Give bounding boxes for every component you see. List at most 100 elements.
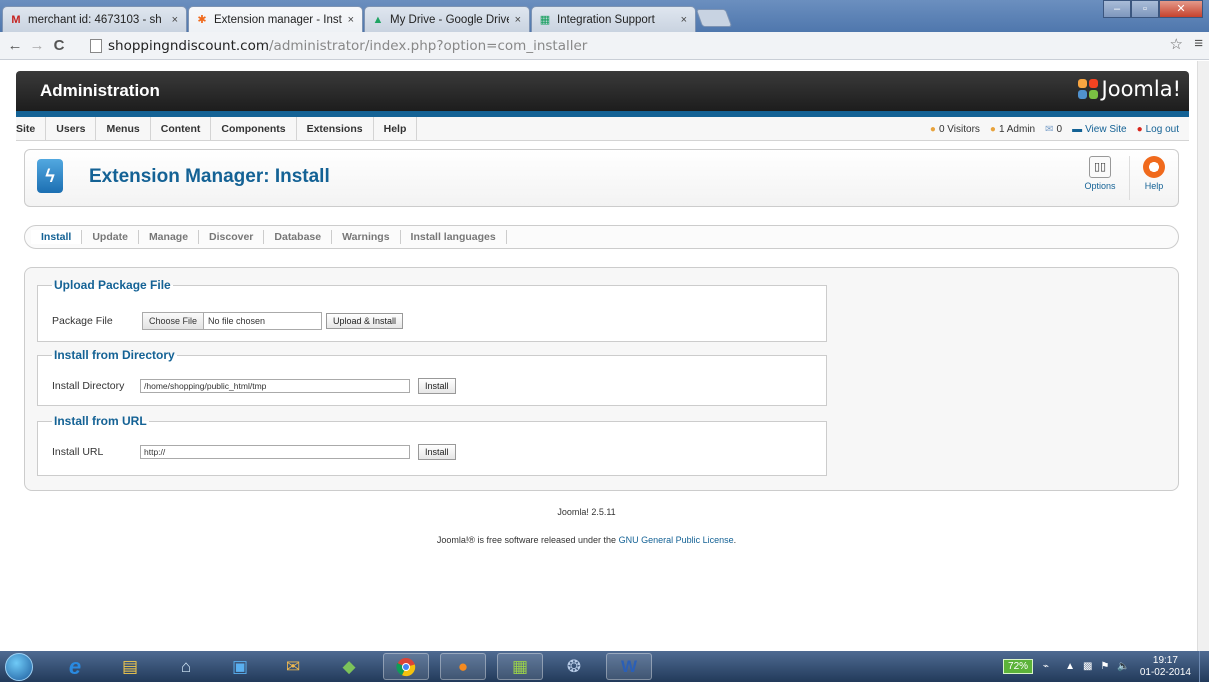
vertical-scrollbar[interactable] (1197, 61, 1209, 651)
license-suffix: . (733, 535, 737, 545)
chrome-icon[interactable] (383, 653, 429, 680)
bookmark-star-icon[interactable]: ☆ (1170, 35, 1183, 53)
tab-gmail[interactable]: M merchant id: 4673103 - sh × (2, 6, 187, 32)
gpl-link[interactable]: GNU General Public License (619, 535, 734, 545)
outlook-icon[interactable]: ✉ (270, 653, 316, 680)
install-panel: Upload Package File Package File Choose … (24, 267, 1179, 491)
license-footer: Joomla!® is free software released under… (0, 535, 1173, 545)
logout-link[interactable]: Log out (1146, 124, 1179, 135)
tab-install[interactable]: Install (31, 230, 83, 244)
tab-title: Integration Support (557, 13, 655, 26)
remote-desktop-icon[interactable]: ⌂ (163, 653, 209, 680)
url-path: /administrator/index.php?option=com_inst… (269, 38, 588, 54)
tab-database[interactable]: Database (264, 230, 333, 244)
install-directory-fieldset: Install from Directory Install Directory… (37, 348, 827, 406)
windows-taskbar: e ▤ ⌂ ▣ ✉ ◆ ● ▦ ❂ W 72% ⌁ ▲ ▩ ⚑ 🔈 19:17 … (0, 651, 1209, 682)
admins-count: 1 Admin (998, 123, 1036, 135)
no-file-text: No file chosen (208, 316, 266, 326)
menu-item-extensions[interactable]: Extensions (297, 117, 374, 141)
clock-date: 01-02-2014 (1139, 666, 1191, 678)
extension-manager-icon: ϟ (37, 159, 63, 193)
menu-item-help[interactable]: Help (374, 117, 418, 141)
install-url-input[interactable]: http:// (140, 445, 410, 459)
close-icon[interactable]: × (172, 14, 178, 26)
close-icon[interactable]: × (515, 14, 521, 26)
visitors-icon: ● (929, 123, 936, 135)
tab-title: merchant id: 4673103 - sh (28, 13, 162, 26)
install-directory-legend: Install from Directory (54, 348, 175, 362)
help-lifebuoy-icon (1143, 156, 1165, 178)
system-tray: 72% ⌁ ▲ ▩ ⚑ 🔈 19:17 01-02-2014 (1003, 651, 1209, 682)
dolphin-app-icon[interactable]: ❂ (551, 653, 597, 680)
back-icon[interactable]: ← (4, 37, 26, 54)
show-desktop-button[interactable] (1199, 651, 1209, 682)
media-player-icon[interactable]: ▣ (217, 653, 263, 680)
menu-item-content[interactable]: Content (151, 117, 212, 141)
folder-icon[interactable]: ◆ (326, 653, 372, 680)
maximize-button[interactable]: ▫ (1131, 0, 1159, 18)
tab-integration-support[interactable]: ▦ Integration Support × (531, 6, 696, 32)
choose-file-button[interactable]: Choose File (143, 313, 205, 329)
tab-install-languages[interactable]: Install languages (401, 230, 507, 244)
menu-item-users[interactable]: Users (46, 117, 97, 141)
volume-icon[interactable]: 🔈 (1117, 661, 1129, 672)
license-text: Joomla!® is free software released under… (436, 535, 619, 545)
page-title: Extension Manager: Install (89, 166, 330, 187)
view-site-link[interactable]: View Site (1085, 124, 1127, 135)
package-file-input[interactable]: Choose File No file chosen (142, 312, 322, 330)
install-url-button[interactable]: Install (418, 444, 456, 460)
help-button[interactable]: Help (1134, 156, 1174, 191)
sheets-icon: ▦ (539, 14, 551, 26)
file-explorer-icon[interactable]: ▤ (107, 653, 153, 680)
install-directory-button[interactable]: Install (418, 378, 456, 394)
tab-manage[interactable]: Manage (139, 230, 200, 244)
tab-google-drive[interactable]: ▲ My Drive - Google Drive × (364, 6, 530, 32)
messages-count: 0 (1056, 123, 1063, 135)
forward-icon[interactable]: → (26, 37, 48, 54)
upload-package-legend: Upload Package File (54, 278, 171, 292)
internet-explorer-icon[interactable]: e (52, 653, 98, 680)
admin-header: Administration Joomla! (16, 71, 1189, 111)
tab-extension-manager[interactable]: ✱ Extension manager - Insta × (188, 6, 363, 32)
tab-discover[interactable]: Discover (199, 230, 265, 244)
install-directory-input[interactable]: /home/shopping/public_html/tmp (140, 379, 410, 393)
page-icon (90, 39, 102, 53)
window-close-button[interactable]: ✕ (1159, 0, 1203, 18)
messages-icon: ✉ (1045, 123, 1054, 135)
menu-item-site[interactable]: Site (16, 117, 47, 141)
new-tab-button[interactable] (695, 9, 733, 27)
start-button[interactable] (5, 653, 33, 681)
firefox-icon[interactable]: ● (440, 653, 486, 680)
view-site-icon: ▬ (1072, 123, 1083, 135)
address-bar[interactable]: shoppingndiscount.com/administrator/inde… (90, 35, 1145, 57)
chrome-menu-icon[interactable]: ≡ (1194, 35, 1203, 52)
joomla-logo[interactable]: Joomla! (1077, 77, 1181, 101)
admin-icon: ● (989, 123, 996, 135)
clock-time: 19:17 (1152, 654, 1178, 666)
menu-item-components[interactable]: Components (211, 117, 297, 141)
tab-update[interactable]: Update (82, 230, 139, 244)
joomla-logo-icon (1077, 79, 1098, 99)
toolbar-divider (1129, 156, 1130, 200)
network-icon[interactable]: ▩ (1083, 661, 1092, 672)
show-hidden-icons[interactable]: ▲ (1065, 661, 1075, 672)
action-center-icon[interactable]: ⚑ (1100, 661, 1109, 672)
minimize-button[interactable]: – (1103, 0, 1131, 18)
upload-install-button[interactable]: Upload & Install (326, 313, 404, 329)
close-icon[interactable]: × (681, 14, 687, 26)
tab-title: My Drive - Google Drive (390, 13, 509, 26)
word-icon[interactable]: W (606, 653, 652, 680)
battery-indicator[interactable]: 72% (1003, 659, 1034, 674)
clock[interactable]: 19:17 01-02-2014 (1140, 655, 1191, 679)
window-controls: – ▫ ✕ (1103, 0, 1203, 18)
project-icon[interactable]: ▦ (497, 653, 543, 680)
install-url-row: Install URL http:// Install (52, 444, 456, 460)
admin-menu: Site Users Menus Content Components Extension… (16, 117, 1189, 141)
visitors-count: 0 Visitors (938, 123, 980, 135)
menu-item-menus[interactable]: Menus (96, 117, 151, 141)
tab-warnings[interactable]: Warnings (332, 230, 401, 244)
close-icon[interactable]: × (348, 14, 354, 26)
browser-toolbar: ← → C shoppingndiscount.com/administrato… (0, 32, 1209, 60)
options-button[interactable]: ▯▯ Options (1080, 156, 1120, 191)
reload-icon[interactable]: C (48, 37, 70, 54)
